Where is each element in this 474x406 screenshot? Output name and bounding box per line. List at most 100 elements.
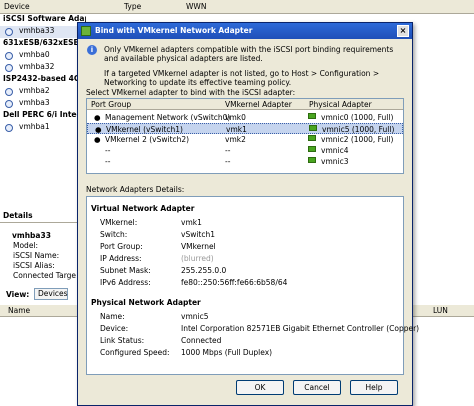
virtual-adapter-heading: Virtual Network Adapter (91, 204, 195, 213)
detail-value: vmnic5 (181, 312, 209, 321)
physical-nic-icon (309, 125, 317, 131)
detail-value: Intel Corporation 82571EB Gigabit Ethern… (181, 324, 420, 333)
select-adapter-label: Select VMkernel adapter to bind with the… (86, 88, 296, 97)
column-vmkernel-adapter[interactable]: VMkernel Adapter (225, 100, 292, 109)
port-group-icon: ● (94, 135, 101, 144)
cell-port-group: -- (105, 146, 111, 155)
help-button[interactable]: Help (350, 380, 398, 395)
physical-nic-icon (308, 146, 316, 152)
adapter-item-vmhba2[interactable]: vmhba2 (0, 86, 86, 98)
info-icon: i (87, 45, 97, 55)
cell-vmk: vmk2 (225, 135, 246, 144)
network-adapter-details: Virtual Network Adapter VMkernel: vmk1 S… (86, 196, 419, 375)
physical-adapter-heading: Physical Network Adapter (91, 298, 201, 307)
table-row[interactable]: ● Management Network (vSwitch0) vmk0 vmn… (87, 112, 403, 123)
adapter-icon (5, 52, 13, 60)
column-device[interactable]: Device (4, 2, 30, 11)
adapter-item-vmhba33[interactable]: vmhba33 (0, 26, 86, 38)
column-type[interactable]: Type (124, 2, 141, 11)
view-devices-button[interactable]: Devices (34, 288, 68, 300)
physical-nic-icon (308, 135, 316, 141)
detail-key: Link Status: (100, 336, 145, 345)
cell-physical: vmnic0 (1000, Full) (321, 113, 394, 122)
dialog-titlebar[interactable]: Bind with VMkernel Network Adapter × (78, 23, 412, 39)
adapter-item-vmhba1[interactable]: vmhba1 (0, 122, 86, 134)
details-field: Connected Targe (13, 271, 77, 280)
adapter-item-vmhba3[interactable]: vmhba3 (0, 98, 86, 110)
detail-key: Port Group: (100, 242, 143, 251)
physical-nic-icon (308, 157, 316, 163)
adapter-icon (5, 28, 13, 36)
cell-port-group: -- (105, 157, 111, 166)
storage-adapter-list: iSCSI Software Adapter vmhba33 631xESB/6… (0, 14, 86, 210)
cell-port-group: VMkernel (vSwitch1) (106, 125, 183, 134)
detail-value: VMkernel (181, 242, 216, 251)
cell-port-group: VMkernel 2 (vSwitch2) (105, 135, 190, 144)
adapter-group: ISP2432-based 4Gb (3, 74, 86, 83)
cell-physical: vmnic4 (321, 146, 349, 155)
table-row[interactable]: -- -- vmnic3 (87, 156, 403, 167)
cell-physical: vmnic2 (1000, Full) (321, 135, 394, 144)
cell-vmk: vmk1 (226, 125, 247, 134)
column-name[interactable]: Name (8, 306, 30, 315)
cell-vmk: -- (225, 157, 231, 166)
bind-vmkernel-dialog: Bind with VMkernel Network Adapter × i O… (77, 22, 419, 406)
detail-key: Subnet Mask: (100, 266, 151, 275)
device-list-header: Device Type WWN (0, 0, 474, 14)
detail-value: fe80::250:56ff:fe66:6b58/64 (181, 278, 288, 287)
ok-button[interactable]: OK (236, 380, 284, 395)
adapter-icon (5, 100, 13, 108)
grid-header: Port Group VMkernel Adapter Physical Ada… (87, 99, 403, 110)
column-wwn[interactable]: WWN (186, 2, 206, 11)
detail-value: vSwitch1 (181, 230, 216, 239)
vmkernel-adapter-grid: Port Group VMkernel Adapter Physical Ada… (86, 98, 404, 174)
physical-nic-icon (308, 113, 316, 119)
adapter-icon (5, 88, 13, 96)
detail-key: Switch: (100, 230, 128, 239)
detail-key: VMkernel: (100, 218, 138, 227)
network-adapters-details-label: Network Adapters Details: (86, 185, 185, 194)
info-text-not-listed: If a targeted VMkernel adapter is not li… (104, 69, 380, 87)
adapter-item-vmhba32[interactable]: vmhba32 (0, 62, 86, 74)
detail-value: 255.255.0.0 (181, 266, 227, 275)
details-adapter-name: vmhba33 (12, 231, 51, 240)
port-group-icon: ● (94, 113, 101, 122)
detail-key: Configured Speed: (100, 348, 170, 357)
cell-vmk: vmk0 (225, 113, 246, 122)
details-field: iSCSI Alias: (13, 261, 55, 270)
table-row[interactable]: ● VMkernel (vSwitch1) vmk1 vmnic5 (1000,… (87, 123, 403, 134)
adapter-icon (5, 64, 13, 72)
cell-physical: vmnic3 (321, 157, 349, 166)
cell-vmk: -- (225, 146, 231, 155)
column-lun[interactable]: LUN (433, 306, 448, 315)
adapter-group: Dell PERC 6/i Integ (3, 110, 82, 119)
adapter-group: 631xESB/632xESB (3, 38, 80, 47)
detail-value: Connected (181, 336, 222, 345)
details-field: iSCSI Name: (13, 251, 60, 260)
column-port-group[interactable]: Port Group (91, 100, 131, 109)
detail-key: Name: (100, 312, 125, 321)
cell-physical: vmnic5 (1000, Full) (322, 125, 395, 134)
detail-value: 1000 Mbps (Full Duplex) (181, 348, 273, 357)
detail-key: Device: (100, 324, 129, 333)
column-physical-adapter[interactable]: Physical Adapter (309, 100, 372, 109)
details-label: Details (3, 211, 33, 220)
detail-value-blurred: (blurred) (181, 254, 214, 263)
adapter-icon (5, 124, 13, 132)
close-button[interactable]: × (397, 25, 409, 37)
info-text-compatible: Only VMkernel adapters compatible with t… (104, 45, 394, 63)
table-row[interactable]: -- -- vmnic4 (87, 145, 403, 156)
table-row[interactable]: ● VMkernel 2 (vSwitch2) vmk2 vmnic2 (100… (87, 134, 403, 145)
detail-value: vmk1 (181, 218, 202, 227)
view-label: View: (6, 290, 30, 299)
vmware-app-icon (81, 26, 91, 36)
dialog-title: Bind with VMkernel Network Adapter (95, 26, 253, 35)
cancel-button[interactable]: Cancel (293, 380, 341, 395)
adapter-group: iSCSI Software Adapter (3, 14, 86, 23)
cell-port-group: Management Network (vSwitch0) (105, 113, 231, 122)
adapter-item-vmhba0[interactable]: vmhba0 (0, 50, 86, 62)
detail-key: IPv6 Address: (100, 278, 151, 287)
detail-key: IP Address: (100, 254, 142, 263)
port-group-icon: ● (95, 125, 102, 134)
details-field: Model: (13, 241, 39, 250)
